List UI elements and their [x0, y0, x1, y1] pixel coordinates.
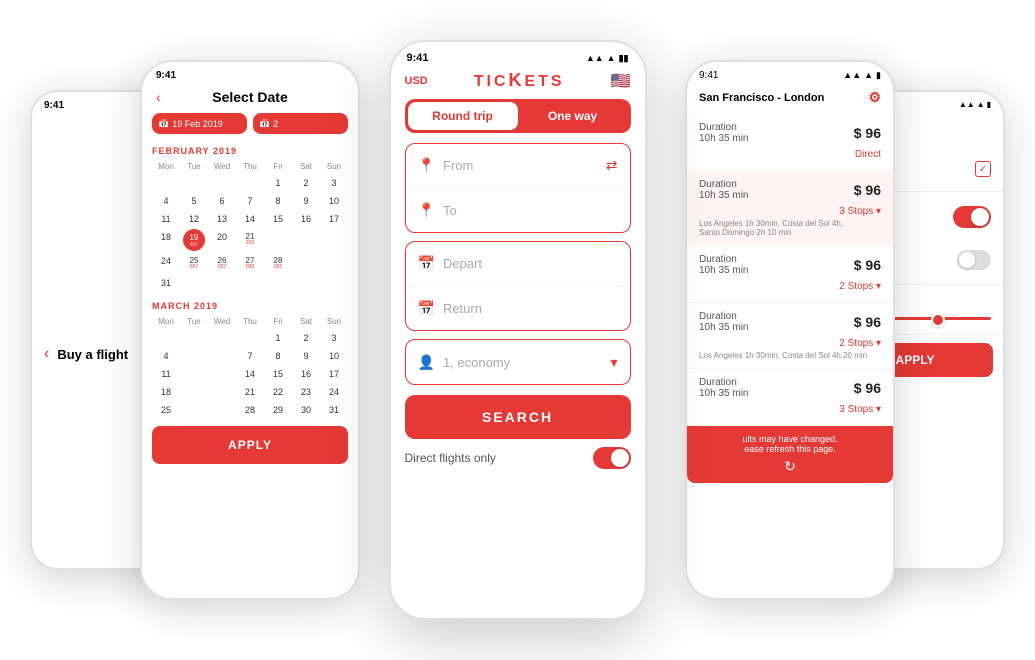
- status-bar-4: 9:41 ▲▲ ▲ ▮: [687, 62, 893, 85]
- tab-round-trip[interactable]: Round trip: [408, 102, 518, 130]
- depart-row[interactable]: 📅 Depart: [406, 242, 630, 286]
- direct-flights-label: Direct flights only: [405, 451, 496, 465]
- chip-return[interactable]: 📅 2: [253, 113, 348, 134]
- app-title: TICKETS: [474, 70, 565, 91]
- person-icon: 👤: [418, 354, 435, 371]
- passengers-row[interactable]: 👤 1, economy ▾: [406, 340, 630, 384]
- from-row[interactable]: 📍 From ⇄: [406, 144, 630, 188]
- signal-icon: ▲▲: [586, 53, 604, 63]
- cal-days-header-2: Mon Tue Wed Thu Fri Sat Sun: [152, 315, 348, 328]
- passengers-input[interactable]: 1, economy: [443, 355, 611, 370]
- checkbox-direct[interactable]: ✓: [975, 161, 991, 177]
- direct-toggle[interactable]: [593, 447, 631, 469]
- location-icon: 📍: [418, 157, 435, 174]
- date-chips: 📅 19 Feb 2019 📅 2: [142, 113, 358, 142]
- filter-toggle-1[interactable]: [953, 206, 991, 228]
- refresh-icon[interactable]: ↻: [699, 458, 881, 475]
- from-input[interactable]: From: [443, 158, 606, 173]
- calendar-icon-depart: 📅: [418, 255, 435, 272]
- signal-icon-5: ▲▲: [959, 100, 975, 111]
- to-row[interactable]: 📍 To: [406, 188, 630, 232]
- calendar-header: ‹ Select Date: [142, 85, 358, 113]
- passengers-card: 👤 1, economy ▾: [405, 339, 631, 385]
- dates-card: 📅 Depart 📅 Return: [405, 241, 631, 331]
- to-input[interactable]: To: [443, 203, 618, 218]
- calendar-icon: 📅: [158, 118, 169, 129]
- search-button[interactable]: SEARCH: [405, 395, 631, 439]
- dropdown-icon[interactable]: ▾: [610, 354, 617, 371]
- tab-one-way[interactable]: One way: [518, 102, 628, 130]
- result-item[interactable]: Duration10h 35 min $ 96 3 Stops ▾ Los An…: [687, 171, 893, 246]
- wifi-icon: ▲: [607, 53, 616, 63]
- swap-icon[interactable]: ⇄: [606, 157, 618, 174]
- cal-days-header: Mon Tue Wed Thu Fri Sat Sun: [152, 160, 348, 173]
- back-icon[interactable]: ‹: [44, 345, 49, 363]
- search-form: 📍 From ⇄ 📍 To 📅 Depart 📅 Return: [405, 143, 631, 385]
- result-item[interactable]: Duration10h 35 min $ 96 2 Stops ▾ Los An…: [687, 303, 893, 369]
- top-bar: USD TICKETS 🇺🇸: [391, 68, 645, 99]
- wifi-icon-5: ▲: [977, 100, 985, 111]
- status-icons-5: ▲▲ ▲ ▮: [959, 100, 991, 111]
- phone-main-search: 9:41 ▲▲ ▲ ▮▮ USD TICKETS 🇺🇸 Round trip O…: [389, 40, 647, 620]
- refresh-banner[interactable]: ults may have changed.ease refresh this …: [687, 426, 893, 483]
- scene: 9:41 ‹ Buy a flight bravofly $ Trip.com …: [0, 0, 1035, 660]
- calendar-icon: 📅: [259, 118, 270, 129]
- chip-depart[interactable]: 📅 19 Feb 2019: [152, 113, 247, 134]
- location-icon-2: 📍: [418, 202, 435, 219]
- march-days: 1 2 3 4 7 8 9 10 11 14 15 16 17 18: [152, 330, 348, 418]
- filter-toggle-2[interactable]: [957, 250, 991, 270]
- calendar-grid: FEBRUARY 2019 Mon Tue Wed Thu Fri Sat Su…: [142, 142, 358, 418]
- apply-button[interactable]: APPLY: [152, 426, 348, 464]
- feb-days: 1 2 3 4 5 6 7 8 9 10 11 12 13 14 15 16 1…: [152, 175, 348, 291]
- status-icons: ▲▲ ▲ ▮▮: [586, 53, 629, 64]
- trip-type-tabs: Round trip One way: [405, 99, 631, 133]
- origin-destination-card: 📍 From ⇄ 📍 To: [405, 143, 631, 233]
- result-item[interactable]: Duration10h 35 min $ 96 Direct: [687, 114, 893, 171]
- battery-icon-5: ▮: [987, 100, 991, 111]
- return-input[interactable]: Return: [443, 301, 618, 316]
- calendar-icon-return: 📅: [418, 300, 435, 317]
- result-item[interactable]: Duration10h 35 min $ 96 2 Stops ▾: [687, 246, 893, 303]
- status-bar-3: 9:41 ▲▲ ▲ ▮▮: [391, 42, 645, 68]
- battery-icon: ▮▮: [619, 53, 629, 64]
- back-icon[interactable]: ‹: [156, 89, 161, 105]
- status-bar-2: 9:41: [142, 62, 358, 85]
- battery-icon-4: ▮: [876, 70, 881, 81]
- result-item[interactable]: Duration10h 35 min $ 96 3 Stops ▾: [687, 369, 893, 426]
- depart-input[interactable]: Depart: [443, 256, 618, 271]
- return-row[interactable]: 📅 Return: [406, 286, 630, 330]
- signal-icon-4: ▲▲: [843, 70, 861, 81]
- direct-flights-row: Direct flights only: [391, 447, 645, 481]
- results-header: San Francisco - London ⚙: [687, 85, 893, 114]
- phone-results: 9:41 ▲▲ ▲ ▮ San Francisco - London ⚙ Dur…: [685, 60, 895, 600]
- phone-calendar: 9:41 ‹ Select Date 📅 19 Feb 2019 📅 2 FEB…: [140, 60, 360, 600]
- flag-icon[interactable]: 🇺🇸: [611, 71, 631, 91]
- status-icons-4: ▲▲ ▲ ▮: [843, 70, 881, 81]
- currency-label[interactable]: USD: [405, 75, 428, 87]
- wifi-icon-4: ▲: [864, 70, 873, 81]
- filter-icon[interactable]: ⚙: [868, 89, 881, 106]
